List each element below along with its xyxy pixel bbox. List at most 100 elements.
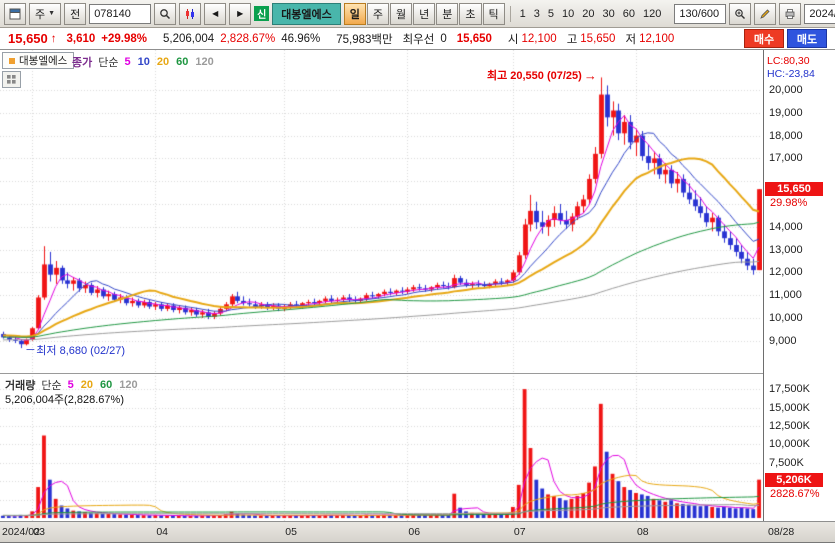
price-axis-tick: 13,000 <box>769 243 803 256</box>
ma-period-label-20: 20 <box>156 56 170 68</box>
period-button-월[interactable]: 월 <box>390 2 413 25</box>
ma-period-label-60: 60 <box>176 56 189 68</box>
period-button-주[interactable]: 주 <box>366 2 390 25</box>
price-axis-tick: 10,000 <box>769 312 803 324</box>
stock-chart-window: 주 ▼ 전 078140 ◀ ▶ 신 대봉엘에스 일주월년분초틱 1 3 5 10 20… <box>0 0 835 543</box>
price-axis-column: LC:80,30 HC:-23,84 15,650 29.98% 5,206K … <box>763 50 835 521</box>
volume-value: 5,206,004 <box>163 32 215 45</box>
edit-button[interactable] <box>754 2 777 25</box>
market-type-select[interactable]: 주 ▼ <box>29 2 62 25</box>
low-label: 저 <box>625 33 637 46</box>
interval-button-10[interactable]: 10 <box>558 5 578 23</box>
volume-axis-tick: 7,500K <box>769 456 804 469</box>
price-legend-title: 종가 <box>72 57 93 69</box>
date-input[interactable]: 2024/08/28 ▲ ▼ <box>804 3 835 24</box>
high-price: 15,650 <box>580 32 616 45</box>
open-price: 12,100 <box>521 32 557 45</box>
price-axis-tick: 9,000 <box>769 334 797 347</box>
time-axis-label: 04 <box>156 526 169 538</box>
best-quote-label: 최우선 <box>402 33 435 46</box>
open-label: 시 <box>507 33 519 46</box>
best-bid: 15,650 <box>456 32 492 45</box>
volume-readout: 5,206,004주(2,828.67%) <box>5 394 124 406</box>
period-button-일[interactable]: 일 <box>343 2 366 25</box>
buy-button[interactable]: 매수 <box>744 29 784 48</box>
price-axis-tick: 14,000 <box>769 220 803 233</box>
price-legend: 종가 단순 5 10 20 60 120 <box>72 54 214 70</box>
next-nav-button[interactable]: ▶ <box>229 2 252 25</box>
search-icon <box>160 8 171 19</box>
period-button-년[interactable]: 년 <box>413 2 436 25</box>
sell-button[interactable]: 매도 <box>787 29 827 48</box>
zoom-icon <box>735 8 746 19</box>
current-volume-badge: 5,206K <box>765 472 823 487</box>
interval-button-20[interactable]: 20 <box>578 5 598 23</box>
volume-axis-tick: 10,000K <box>769 438 810 451</box>
right-nav-arrow-icon: ▶ <box>237 9 244 18</box>
dropdown-icon: ▼ <box>48 10 56 17</box>
period-button-초[interactable]: 초 <box>459 2 482 25</box>
market-type-label: 주 <box>35 8 46 21</box>
period-button-틱[interactable]: 틱 <box>482 2 505 25</box>
bar-count-input[interactable]: 130/600 <box>674 3 727 24</box>
ma-period-label-120: 120 <box>195 56 214 68</box>
price-axis-tick: 18,000 <box>769 129 803 142</box>
best-ask: 0 <box>440 32 447 45</box>
time-axis-label: 06 <box>408 526 421 538</box>
price-chart-canvas[interactable] <box>0 50 762 373</box>
pencil-icon <box>760 8 770 19</box>
chart-tab[interactable]: 대봉엘에스 <box>2 52 75 69</box>
interval-button-60[interactable]: 60 <box>619 5 639 23</box>
price-change-pct: +29.98% <box>101 32 148 45</box>
price-info-bar: 15,650 ↑ 3,610 +29.98% 5,206,004 2,828.6… <box>0 28 835 50</box>
turnover-pct: 46.96% <box>281 32 321 45</box>
zoom-button[interactable] <box>729 2 752 25</box>
menu-button[interactable] <box>4 2 26 25</box>
chart-menu-button[interactable] <box>2 71 21 88</box>
interval-button-5[interactable]: 5 <box>544 5 558 23</box>
interval-button-3[interactable]: 3 <box>530 5 544 23</box>
interval-button-group: 1 3 5 10 20 30 60 120 <box>516 5 666 23</box>
high-price-annotation: 최고 20,550 (07/25) → <box>487 67 597 83</box>
stock-search-button[interactable] <box>154 2 177 25</box>
toolbar-separator <box>509 5 511 22</box>
period-button-group: 일주월년분초틱 <box>343 2 505 25</box>
time-axis-label: 05 <box>285 526 297 538</box>
axis-end-date: 08/28 <box>768 526 795 538</box>
pane-divider <box>0 373 763 374</box>
stock-code-input[interactable]: 078140 <box>89 3 152 24</box>
price-axis-tick: 20,000 <box>769 84 803 96</box>
ma-period-label-20: 20 <box>80 379 93 391</box>
lc-indicator: LC:80,30 <box>767 55 810 67</box>
period-button-분[interactable]: 분 <box>436 2 459 25</box>
ma-period-label-10: 10 <box>137 56 150 68</box>
price-legend-type: 단순 <box>98 57 119 69</box>
time-axis-label: 03 <box>33 526 45 538</box>
interval-button-30[interactable]: 30 <box>599 5 619 23</box>
volume-axis-tick: 12,500K <box>769 419 810 432</box>
prev-stock-button[interactable]: 전 <box>64 2 87 25</box>
ma-period-label-5: 5 <box>67 379 74 391</box>
current-volume-pct: 2828.67% <box>770 487 820 500</box>
interval-button-120[interactable]: 120 <box>639 5 665 23</box>
prev-nav-button[interactable]: ◀ <box>204 2 227 25</box>
low-annotation-text: 최저 8,680 (02/27) <box>36 345 126 358</box>
ma-period-label-120: 120 <box>119 379 138 391</box>
volume-axis-tick: 17,500K <box>769 383 810 396</box>
hc-indicator: HC:-23,84 <box>767 68 815 80</box>
price-ma-legend: 5 10 20 60 120 <box>125 56 214 68</box>
ma-period-label-60: 60 <box>100 379 113 391</box>
volume-ma-legend: 5 20 60 120 <box>68 379 138 391</box>
volume-axis-tick: 15,000K <box>769 401 810 414</box>
time-axis-label: 07 <box>513 526 526 538</box>
new-listing-badge: 신 <box>254 6 270 21</box>
grid-icon <box>7 75 16 84</box>
interval-button-1[interactable]: 1 <box>516 5 530 23</box>
high-label: 고 <box>566 33 578 46</box>
tab-color-dot <box>9 57 15 64</box>
print-button[interactable] <box>779 2 802 25</box>
price-axis-tick: 19,000 <box>769 106 803 119</box>
dash-icon: ─ <box>26 344 35 357</box>
chart-type-button[interactable] <box>179 2 202 25</box>
chart-tab-label: 대봉엘에스 <box>19 55 68 67</box>
